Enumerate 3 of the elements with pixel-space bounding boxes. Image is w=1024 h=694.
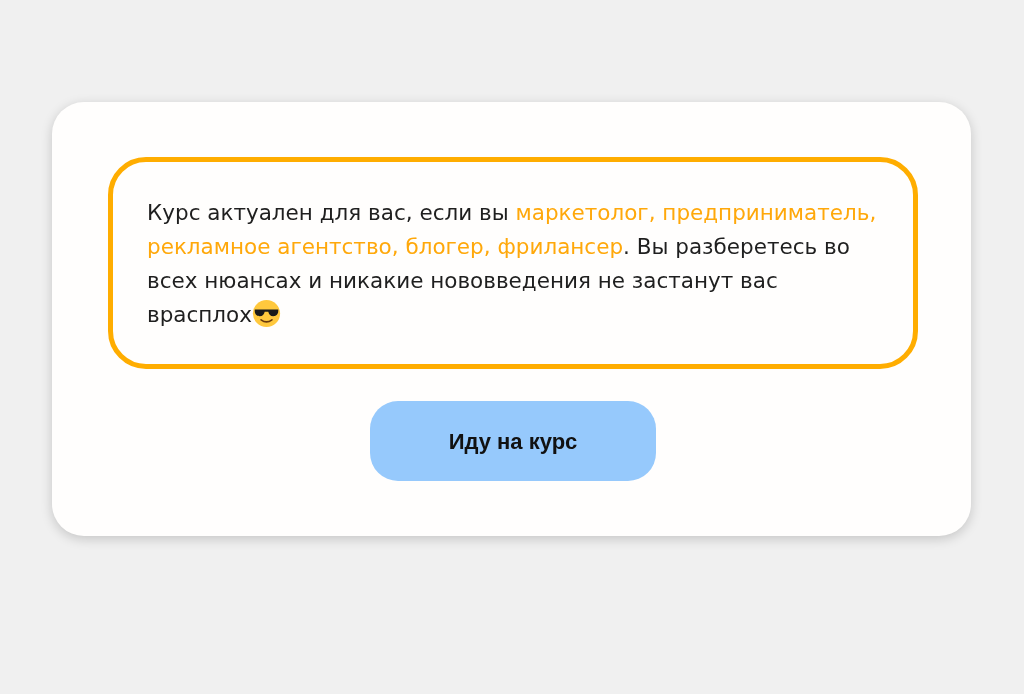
info-paragraph: врасплох xyxy=(147,302,252,327)
sunglasses-face-icon xyxy=(252,299,281,328)
go-to-course-button[interactable]: Иду на курс xyxy=(370,401,656,481)
